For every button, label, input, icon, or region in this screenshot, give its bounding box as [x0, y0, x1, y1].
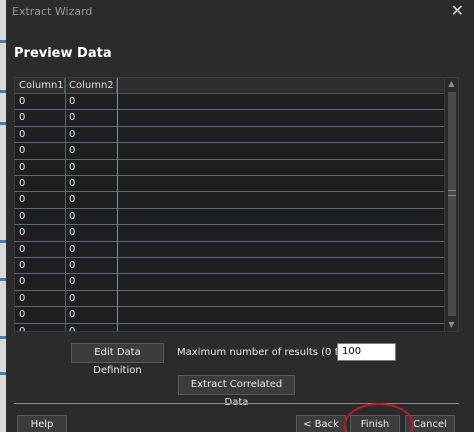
scroll-grip-icon	[448, 190, 456, 196]
table-cell[interactable]: 0	[15, 209, 65, 225]
table-row[interactable]: 00	[15, 160, 446, 176]
table-row[interactable]: 00	[15, 225, 446, 242]
table-cell[interactable]: 0	[15, 192, 65, 208]
table-row[interactable]: 00	[15, 110, 446, 127]
help-button[interactable]: Help	[17, 415, 67, 432]
table-row[interactable]: 00	[15, 324, 446, 331]
table-cell[interactable]: 0	[65, 176, 117, 192]
footer-separator	[14, 403, 459, 404]
scroll-up-icon[interactable]: ▲	[445, 78, 458, 90]
table-row[interactable]: 00	[15, 127, 446, 144]
table-row[interactable]: 00	[15, 94, 446, 111]
table-cell[interactable]: 0	[15, 225, 65, 241]
table-cell[interactable]: 0	[65, 110, 117, 126]
table-cell[interactable]: 0	[65, 307, 117, 323]
back-button[interactable]: < Back	[296, 415, 346, 432]
table-cell[interactable]: 0	[15, 242, 65, 258]
grid-body: 000000000000000000000000000000	[15, 94, 446, 331]
table-row[interactable]: 00	[15, 209, 446, 226]
table-cell[interactable]: 0	[15, 160, 65, 176]
column-divider	[117, 78, 118, 331]
table-row[interactable]: 00	[15, 176, 446, 193]
table-cell[interactable]: 0	[15, 258, 65, 274]
table-cell[interactable]: 0	[65, 127, 117, 143]
table-cell[interactable]: 0	[65, 242, 117, 258]
column-divider	[65, 78, 66, 331]
table-cell[interactable]: 0	[15, 291, 65, 307]
table-cell[interactable]: 0	[15, 94, 65, 110]
table-cell[interactable]: 0	[65, 143, 117, 159]
preview-data-grid[interactable]: Column1 Column2 000000000000000000000000…	[14, 77, 459, 332]
max-results-input[interactable]: 100	[337, 343, 396, 361]
background-window-edge	[0, 0, 6, 432]
table-row[interactable]: 00	[15, 192, 446, 209]
extract-correlated-data-button[interactable]: Extract Correlated Data	[178, 375, 295, 408]
table-row[interactable]: 00	[15, 274, 446, 291]
title-bar: Extract Wizard ✕	[6, 0, 474, 24]
table-cell[interactable]: 0	[65, 160, 117, 176]
edit-data-definition-button[interactable]: Edit Data Definition	[71, 343, 164, 376]
window-title: Extract Wizard	[12, 5, 93, 18]
table-cell[interactable]: 0	[65, 192, 117, 208]
page-title: Preview Data	[14, 46, 112, 61]
table-cell[interactable]: 0	[15, 324, 65, 331]
table-row[interactable]: 00	[15, 307, 446, 324]
table-row[interactable]: 00	[15, 242, 446, 258]
table-cell[interactable]: 0	[65, 291, 117, 307]
column-header-1[interactable]: Column1	[15, 78, 65, 94]
table-cell[interactable]: 0	[15, 143, 65, 159]
table-row[interactable]: 00	[15, 291, 446, 308]
table-cell[interactable]: 0	[15, 127, 65, 143]
table-cell[interactable]: 0	[65, 258, 117, 274]
table-cell[interactable]: 0	[15, 274, 65, 290]
scrollbar-thumb[interactable]	[448, 92, 456, 316]
table-row[interactable]: 00	[15, 143, 446, 160]
table-cell[interactable]: 0	[15, 110, 65, 126]
table-cell[interactable]: 0	[15, 307, 65, 323]
scroll-down-icon[interactable]: ▼	[445, 319, 458, 331]
vertical-scrollbar[interactable]: ▲ ▼	[444, 78, 458, 331]
column-header-2[interactable]: Column2	[65, 78, 117, 94]
cancel-button[interactable]: Cancel	[405, 415, 455, 432]
table-cell[interactable]: 0	[15, 176, 65, 192]
table-cell[interactable]: 0	[65, 324, 117, 331]
table-cell[interactable]: 0	[65, 225, 117, 241]
table-cell[interactable]: 0	[65, 209, 117, 225]
close-icon[interactable]: ✕	[451, 3, 464, 19]
grid-header: Column1 Column2	[15, 78, 446, 94]
finish-button[interactable]: Finish	[350, 415, 400, 432]
table-row[interactable]: 00	[15, 258, 446, 275]
table-cell[interactable]: 0	[65, 94, 117, 110]
table-cell[interactable]: 0	[65, 274, 117, 290]
